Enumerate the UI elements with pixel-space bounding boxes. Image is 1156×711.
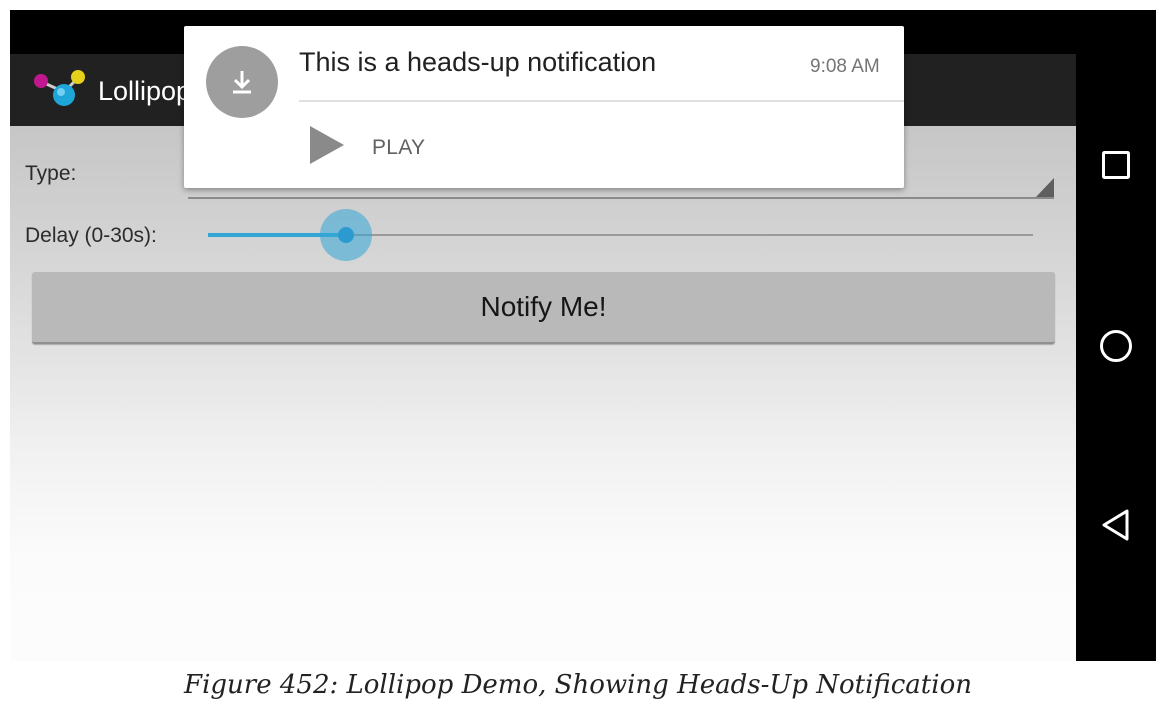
home-circle-icon[interactable]: [1096, 326, 1136, 366]
navigation-bar: [1076, 54, 1156, 661]
spinner-dropdown-arrow-icon[interactable]: [1036, 178, 1054, 197]
heads-up-notification[interactable]: This is a heads-up notification 9:08 AM …: [184, 26, 904, 188]
app-logo-icon: [32, 68, 88, 112]
notification-title: This is a heads-up notification: [299, 47, 657, 77]
delay-label: Delay (0-30s):: [25, 224, 157, 247]
back-triangle-icon[interactable]: [1096, 505, 1136, 545]
play-action-button[interactable]: PLAY: [308, 124, 425, 171]
download-icon: [206, 46, 278, 118]
notify-me-button[interactable]: Notify Me!: [32, 272, 1055, 344]
device-screen: Lollipop Demo Type: Delay (0-30s): Notif…: [10, 10, 1156, 661]
delay-seekbar-thumb[interactable]: [337, 227, 354, 243]
type-spinner[interactable]: [188, 197, 1054, 199]
type-label: Type:: [25, 162, 77, 185]
play-icon: [308, 124, 346, 171]
play-action-label: PLAY: [372, 135, 426, 159]
main-content: Type: Delay (0-30s): Notify Me!: [10, 126, 1076, 661]
notification-time: 9:08 AM: [810, 56, 880, 77]
recents-square-icon[interactable]: [1096, 145, 1136, 185]
notification-divider: [299, 100, 904, 102]
figure-caption: Figure 452: Lollipop Demo, Showing Heads…: [184, 670, 972, 700]
